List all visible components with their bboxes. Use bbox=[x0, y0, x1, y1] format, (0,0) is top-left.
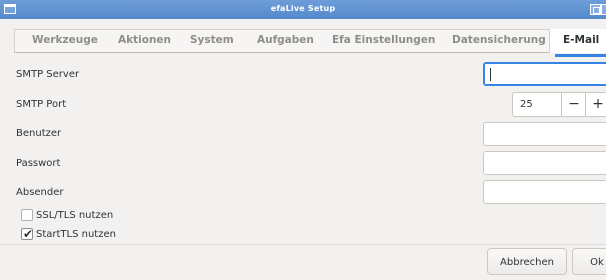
port-decrement-button[interactable]: − bbox=[561, 93, 586, 116]
cancel-button[interactable]: Abbrechen bbox=[487, 248, 567, 275]
window-title: efaLive Setup bbox=[270, 4, 336, 13]
passwort-label: Passwort bbox=[16, 158, 61, 169]
smtp-server-input[interactable] bbox=[483, 62, 606, 86]
tab-e-mail[interactable]: E-Mail bbox=[554, 19, 606, 62]
tab-datensicherung[interactable]: Datensicherung bbox=[452, 19, 546, 62]
action-divider bbox=[0, 244, 606, 245]
tab-aktionen[interactable]: Aktionen bbox=[118, 19, 171, 62]
text-caret bbox=[490, 68, 491, 81]
checkmark-icon: ✔ bbox=[23, 227, 34, 241]
benutzer-label: Benutzer bbox=[16, 128, 62, 139]
starttls-label[interactable]: StartTLS nutzen bbox=[36, 228, 116, 241]
tab-aufgaben[interactable]: Aufgaben bbox=[257, 19, 314, 62]
ssl-tls-checkbox[interactable] bbox=[21, 209, 33, 221]
benutzer-input[interactable] bbox=[483, 122, 606, 146]
ok-button[interactable]: Ok bbox=[572, 248, 606, 275]
absender-input[interactable] bbox=[483, 180, 606, 204]
smtp-port-value[interactable]: 25 bbox=[520, 93, 533, 116]
tab-system[interactable]: System bbox=[190, 19, 234, 62]
absender-label: Absender bbox=[16, 187, 64, 198]
close-icon[interactable] bbox=[601, 4, 606, 15]
tab-efa-einstellungen[interactable]: Efa Einstellungen bbox=[332, 19, 435, 62]
passwort-input[interactable] bbox=[483, 151, 606, 175]
port-increment-button[interactable]: + bbox=[585, 93, 606, 116]
tab-bar: Werkzeuge Aktionen System Aufgaben Efa E… bbox=[0, 19, 606, 62]
starttls-checkbox[interactable]: ✔ bbox=[21, 227, 34, 241]
smtp-port-label: SMTP Port bbox=[16, 99, 67, 110]
title-bar: efaLive Setup bbox=[0, 0, 606, 19]
smtp-server-label: SMTP Server bbox=[16, 69, 80, 80]
smtp-port-spinbutton[interactable]: 25 − + bbox=[512, 92, 606, 117]
ssl-tls-label[interactable]: SSL/TLS nutzen bbox=[36, 209, 113, 222]
maximize-icon[interactable] bbox=[590, 4, 601, 15]
tab-werkzeuge[interactable]: Werkzeuge bbox=[32, 19, 98, 62]
